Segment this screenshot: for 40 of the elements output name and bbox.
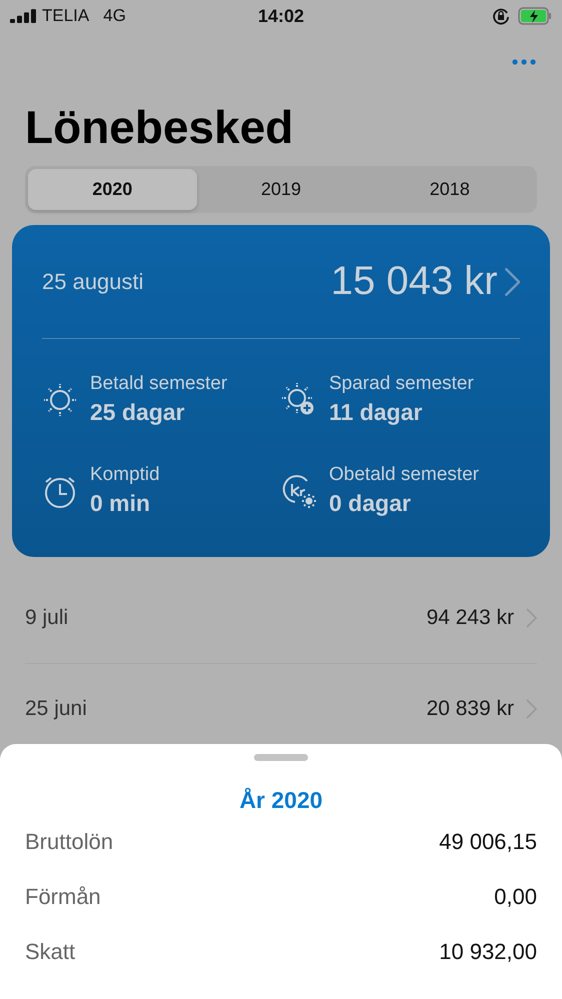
- row-amount: 94 243 kr: [426, 606, 514, 630]
- payslip-date: 25 augusti: [42, 268, 144, 294]
- summary-value: 49 006,15: [439, 828, 537, 854]
- row-date: 9 juli: [25, 606, 68, 630]
- status-time: 14:02: [258, 6, 304, 26]
- year-tab[interactable]: 2019: [196, 169, 366, 210]
- stat-value: 11 dagar: [329, 399, 424, 426]
- row-amount: 20 839 kr: [426, 697, 514, 721]
- payslip-card[interactable]: 25 augusti 15 043 kr Betald semester 25 dagar Sparad semester 11 dagar Komptid 0 min Obetald semester 0 dagar: [12, 225, 550, 557]
- stat-value: 25 dagar: [90, 399, 186, 426]
- row-date: 25 juni: [25, 697, 87, 721]
- summary-label: Bruttolön: [25, 828, 114, 854]
- summary-label: Förmån: [25, 884, 101, 910]
- page-title: Lönebesked: [25, 100, 294, 154]
- stat-value: 0 min: [90, 490, 152, 517]
- sheet-grabber[interactable]: [254, 754, 308, 761]
- stat-label: Obetald semester: [329, 464, 479, 486]
- coin-sun-icon: [281, 472, 317, 508]
- summary-value: 10 932,00: [439, 938, 537, 964]
- signal-icon: [10, 9, 36, 23]
- chevron-icon: [504, 266, 520, 296]
- sheet-title: År 2020: [239, 787, 323, 814]
- network-type: 4G: [103, 6, 126, 26]
- stat-label: Sparad semester: [329, 373, 474, 395]
- summary-label: Skatt: [25, 938, 76, 964]
- year-tab[interactable]: 2018: [365, 169, 534, 210]
- carrier-name: TELIA: [42, 6, 90, 26]
- battery-icon: [518, 7, 552, 25]
- stat-label: Betald semester: [90, 373, 228, 395]
- chevron-icon: [526, 608, 537, 628]
- rotation-lock-icon: [492, 7, 510, 25]
- sun-icon: [42, 382, 78, 418]
- stat-value: 0 dagar: [329, 490, 412, 517]
- stat-label: Komptid: [90, 464, 160, 486]
- year-tab[interactable]: 2020: [28, 169, 197, 210]
- payslip-amount: 15 043 kr: [330, 259, 498, 304]
- chevron-icon: [526, 699, 537, 719]
- summary-value: 0,00: [494, 884, 537, 910]
- payslip-row[interactable]: 9 juli 94 243 kr: [25, 573, 537, 664]
- more-icon: [512, 59, 536, 65]
